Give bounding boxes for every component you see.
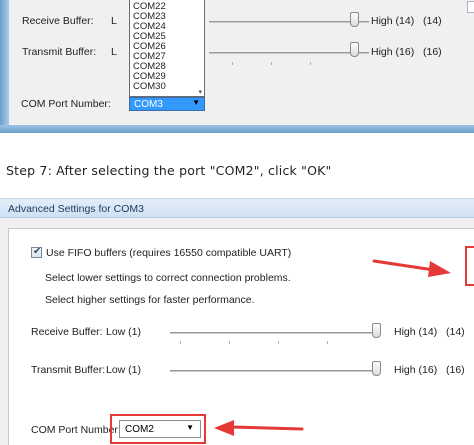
receive-high-label: High (14) — [394, 326, 438, 338]
receive-low-label: L — [111, 15, 117, 27]
chevron-down-icon: ▼ — [192, 98, 200, 107]
slider-tick — [327, 341, 328, 344]
transmit-value: (16) — [423, 46, 442, 58]
slider-tick — [229, 341, 230, 344]
slider-tick — [180, 341, 181, 344]
receive-high-label: High (14) — [371, 15, 415, 27]
hint-lower: Select lower settings to correct connect… — [45, 272, 291, 284]
checkmark-icon: ✔ — [33, 246, 42, 257]
receive-buffer-label: Receive Buffer: — [22, 15, 94, 27]
fifo-label: Use FIFO buffers (requires 16550 compati… — [46, 247, 292, 259]
receive-buffer-slider-track — [170, 332, 380, 334]
com-port-option[interactable]: COM30 — [133, 82, 166, 92]
com-port-dropdown-list[interactable]: COM22 COM23 COM24 COM25 COM26 COM27 COM2… — [129, 0, 205, 97]
dialog-titlebar: Advanced Settings for COM3 — [0, 199, 474, 218]
receive-value: (14) — [423, 15, 442, 27]
slider-tick — [232, 62, 233, 65]
transmit-low-label: L — [111, 46, 117, 58]
settings-panel: Receive Buffer: L High (14) (14) Transmi… — [9, 0, 474, 125]
highlight-box-com-port — [110, 414, 206, 444]
receive-buffer-label: Receive Buffer: — [31, 326, 103, 338]
transmit-buffer-slider-track — [209, 52, 369, 54]
com-port-selected-value: COM3 — [134, 99, 163, 110]
arrow-to-com-port-icon — [214, 420, 304, 436]
highlight-box-ok-button — [465, 246, 474, 286]
receive-buffer-slider-thumb[interactable] — [372, 323, 381, 338]
step-caption: Step 7: After selecting the port "COM2",… — [6, 163, 332, 178]
slider-tick — [310, 62, 311, 65]
receive-value: (14) — [446, 326, 465, 338]
transmit-buffer-label: Transmit Buffer: — [22, 46, 97, 58]
advanced-settings-dialog: Advanced Settings for COM3 ✔ Use FIFO bu… — [0, 198, 474, 445]
transmit-value: (16) — [446, 364, 465, 376]
transmit-high-label: High (16) — [394, 364, 438, 376]
dialog-title: Advanced Settings for COM3 — [8, 203, 144, 215]
transmit-buffer-slider-track — [170, 370, 380, 372]
previous-step-screenshot: Receive Buffer: L High (14) (14) Transmi… — [0, 0, 474, 133]
com-port-select[interactable]: COM3 ▼ — [129, 97, 205, 111]
window-frame-left — [0, 0, 9, 133]
receive-buffer-slider-track — [209, 21, 369, 23]
transmit-buffer-slider-thumb[interactable] — [350, 42, 359, 57]
receive-buffer-slider-thumb[interactable] — [350, 12, 359, 27]
window-frame-bottom — [0, 125, 474, 133]
checkbox-edge — [467, 1, 474, 13]
slider-tick — [271, 62, 272, 65]
receive-low-label: Low (1) — [106, 326, 142, 338]
scroll-down-icon[interactable]: ▾ — [198, 88, 202, 96]
fifo-checkbox[interactable]: ✔ — [31, 246, 42, 258]
transmit-buffer-slider-thumb[interactable] — [372, 361, 381, 376]
com-port-label: COM Port Number: — [31, 424, 121, 436]
transmit-low-label: Low (1) — [106, 364, 142, 376]
transmit-high-label: High (16) — [371, 46, 415, 58]
arrow-to-ok-button-icon — [372, 259, 451, 277]
hint-higher: Select higher settings for faster perfor… — [45, 294, 255, 306]
com-port-label: COM Port Number: — [21, 98, 111, 110]
slider-tick — [278, 341, 279, 344]
transmit-buffer-label: Transmit Buffer: — [31, 364, 106, 376]
